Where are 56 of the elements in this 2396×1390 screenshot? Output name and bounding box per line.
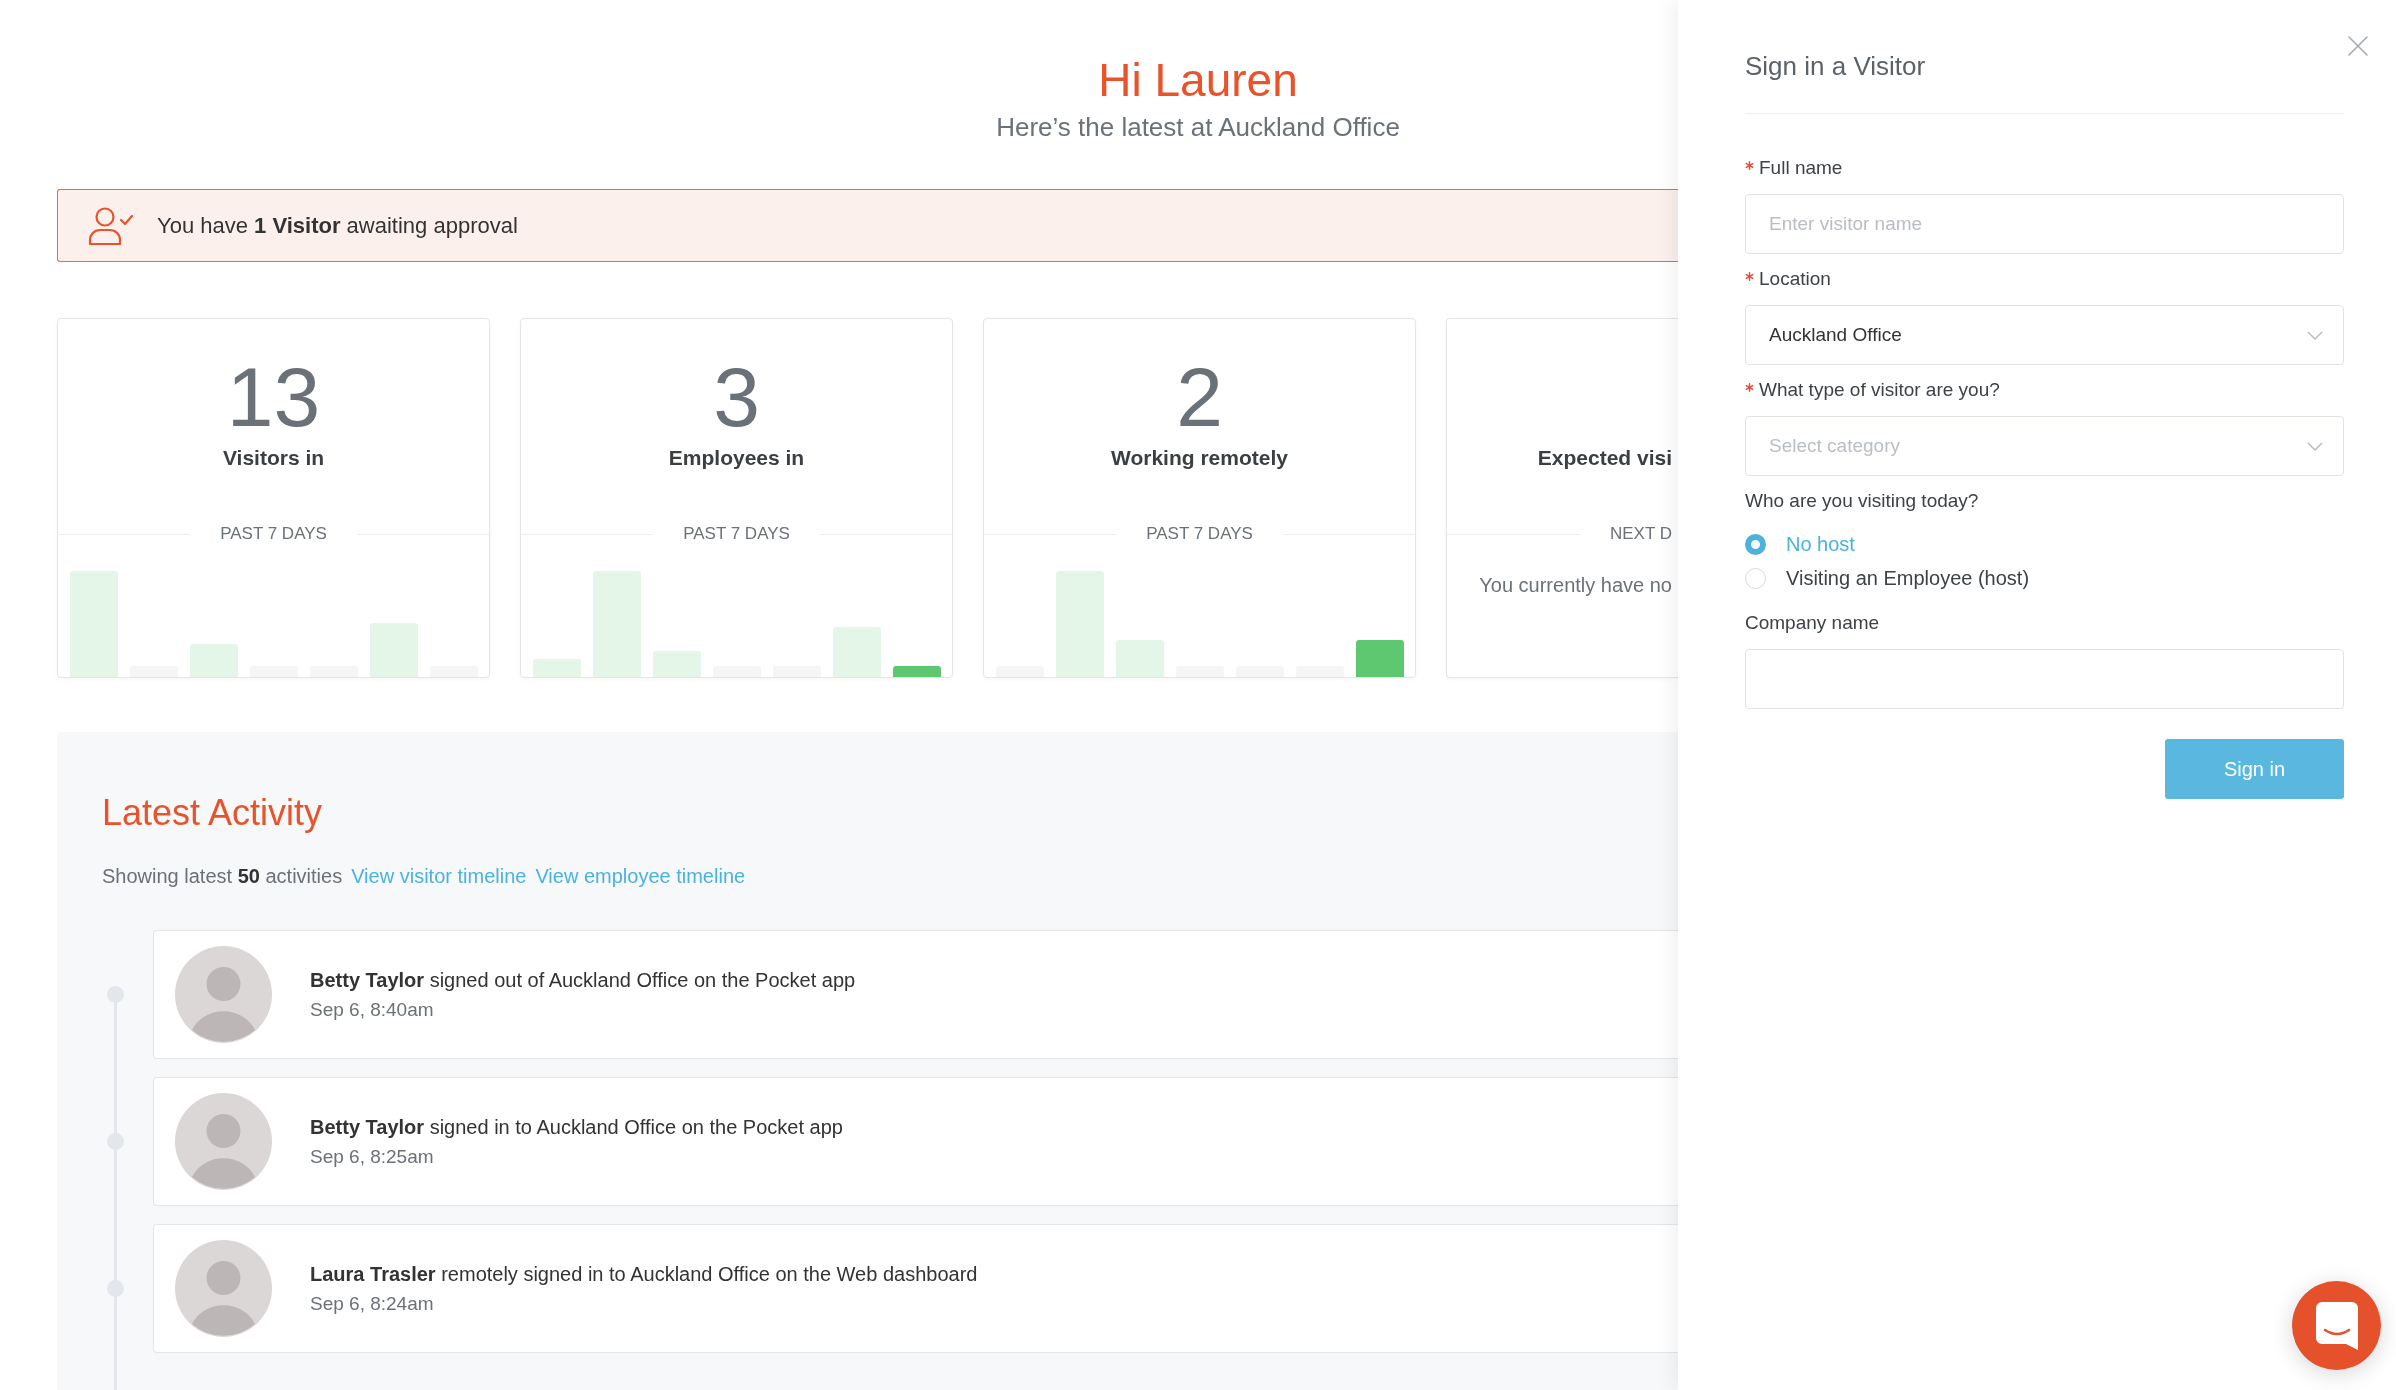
field-label: What type of visitor are you? [1759,378,2000,402]
stat-label: Working remotely [1111,445,1288,471]
chevron-down-icon [2307,330,2323,340]
avatar-icon [175,946,272,1043]
chart-bar [653,651,701,677]
drawer-title: Sign in a Visitor [1745,50,1926,82]
activity-time: Sep 6, 8:40am [310,997,435,1022]
chart-bar [1116,640,1164,677]
chart-bar [833,627,881,677]
activity-text: Betty Taylor signed out of Auckland Office on the Pocket app [310,967,856,993]
avatar-icon [175,1240,272,1337]
field-label: Who are you visiting today? [1745,489,1979,513]
avatar-icon [175,1093,272,1190]
alert-text: You have 1 Visitor awaiting approval [157,211,518,240]
activity-text: Laura Trasler remotely signed in to Auckland Office on the Web dashboard [310,1261,978,1287]
period-label: PAST 7 DAYS [683,523,790,545]
greeting-subtitle: Here’s the latest at Auckland Office [996,111,1400,143]
period-label: PAST 7 DAYS [220,523,327,545]
text-input[interactable] [1745,649,2344,709]
period-label: NEXT D [1609,523,1672,545]
field-label: Location [1759,267,1831,291]
close-icon [2348,36,2368,56]
radio-option[interactable]: No host [1745,527,1855,561]
chat-bubble-icon [2315,1301,2358,1350]
activity-text: Betty Taylor signed in to Auckland Office on the Pocket app [310,1114,843,1140]
section-title: Latest Activity [102,791,323,835]
stat-value: 3 [713,352,760,442]
field-label: Company name [1745,611,1880,635]
text-input[interactable]: Enter visitor name [1745,194,2344,254]
stat-value: 13 [226,352,321,442]
chart-bar [533,659,581,677]
person-check-icon [88,205,134,246]
activity-time: Sep 6, 8:24am [310,1291,435,1316]
chart-bar [1356,640,1404,677]
stat-label: Employees in [668,445,805,471]
timeline-link[interactable]: View employee timeline [535,862,746,890]
field-label: Full name [1759,156,1843,180]
chart-bar [370,623,418,677]
stat-label: Expected visi [1537,445,1672,471]
close-button[interactable] [2348,36,2368,56]
activity-time: Sep 6, 8:25am [310,1144,435,1169]
select-field[interactable]: Auckland Office [1745,305,2344,365]
select-field[interactable]: Select category [1745,416,2344,476]
empty-message: You currently have no [1479,573,1672,597]
period-label: PAST 7 DAYS [1146,523,1253,545]
stat-label: Visitors in [222,445,325,471]
radio-option[interactable]: Visiting an Employee (host) [1745,561,2030,595]
activity-summary: Showing latest 50 activities [102,864,343,889]
approval-alert[interactable]: You have 1 Visitor awaiting approval [57,189,1678,262]
chart-bar [190,644,238,677]
greeting-title: Hi Lauren [1098,53,1298,108]
sign-in-button[interactable]: Sign in [2165,739,2344,799]
timeline-link[interactable]: View visitor timeline [351,862,527,890]
chevron-down-icon [2307,441,2323,451]
chart-bar [893,666,941,677]
stat-value: 2 [1176,352,1223,442]
